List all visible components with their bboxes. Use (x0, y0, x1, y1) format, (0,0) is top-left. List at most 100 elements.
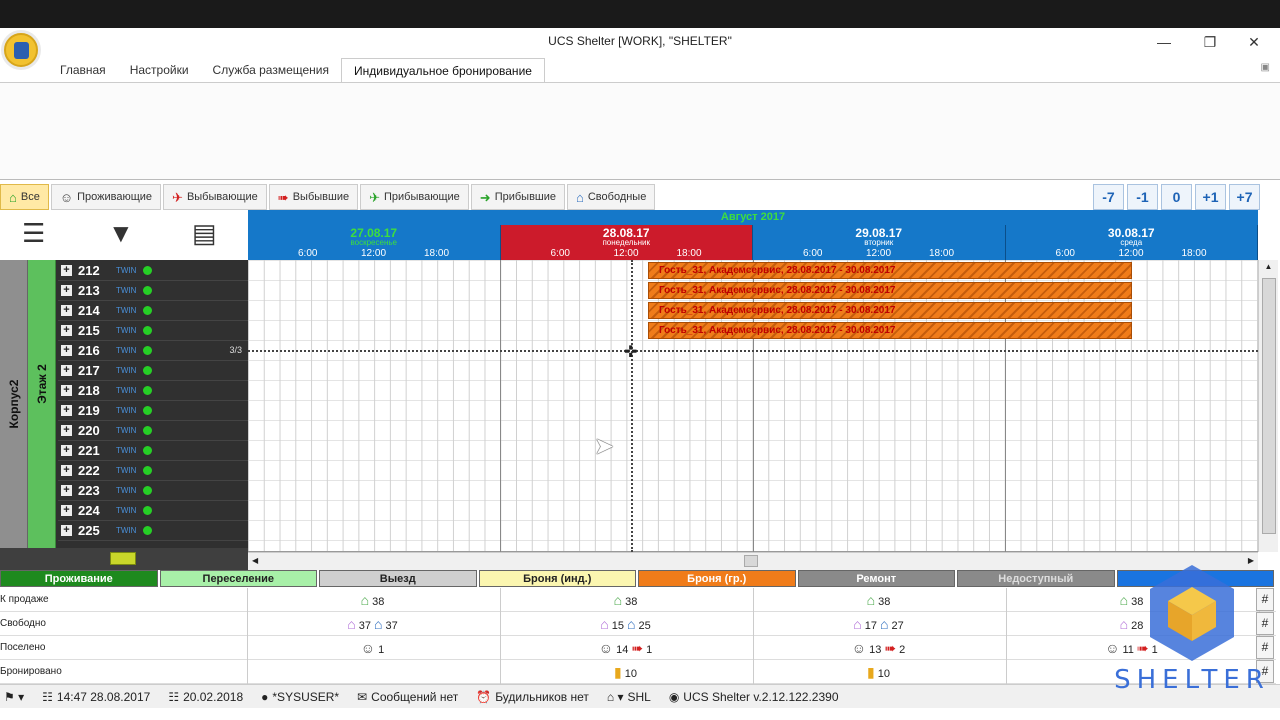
expand-icon[interactable]: + (61, 505, 72, 516)
legend-item: Ремонт (797, 570, 955, 587)
booking-bar[interactable]: Гость_31, Академсервис, 28.08.2017 - 30.… (648, 282, 1132, 299)
scroll-up-icon[interactable]: ▲ (1259, 260, 1278, 274)
minimize-button[interactable]: — (1152, 32, 1176, 52)
scroll-right-icon[interactable]: ▶ (1248, 556, 1254, 565)
room-number: 212 (78, 263, 100, 278)
house-icon: ⌂ (613, 592, 623, 608)
filter-enter-button[interactable]: ➜ Прибывшие (470, 184, 565, 210)
room-row[interactable]: +216 TWIN 3/3 (58, 341, 248, 361)
filter-exit-button[interactable]: ➠ Выбывшие (268, 184, 359, 210)
room-row[interactable]: +219 TWIN (58, 401, 248, 421)
booking-grid[interactable]: ✜ Гость_31, Академсервис, 28.08.2017 - 3… (248, 260, 1258, 552)
booking-bar[interactable]: Гость_31, Академсервис, 28.08.2017 - 30.… (648, 302, 1132, 319)
expand-icon[interactable]: + (61, 345, 72, 356)
nav-step-button[interactable]: 0 (1161, 184, 1192, 210)
room-number: 214 (78, 303, 100, 318)
booking-bar[interactable]: Гость_31, Академсервис, 28.08.2017 - 30.… (648, 262, 1132, 279)
room-row[interactable]: +221 TWIN (58, 441, 248, 461)
legend-toggle-icon[interactable] (110, 552, 136, 565)
collapse-ribbon-icon[interactable]: ▣ (1261, 62, 1270, 73)
tab-accommodation[interactable]: Служба размещения (201, 58, 341, 82)
booking-bar[interactable]: Гость_31, Академсервис, 28.08.2017 - 30.… (648, 322, 1132, 339)
house-icon: ⌂ (9, 189, 17, 205)
room-type: TWIN (116, 366, 137, 375)
room-row[interactable]: +218 TWIN (58, 381, 248, 401)
horizontal-scrollbar[interactable]: ◀ ▶ (248, 552, 1258, 570)
expand-icon[interactable]: + (61, 265, 72, 276)
expand-icon[interactable]: + (61, 365, 72, 376)
hour-label: 18:00 (676, 248, 702, 259)
room-row[interactable]: +220 TWIN (58, 421, 248, 441)
filter-label: Проживающие (77, 191, 153, 203)
room-row[interactable]: +217 TWIN (58, 361, 248, 381)
close-button[interactable]: ✕ (1242, 32, 1266, 52)
room-row[interactable]: +222 TWIN (58, 461, 248, 481)
flag-icon[interactable]: ⚑ ▾ (4, 690, 24, 704)
hscroll-thumb[interactable] (744, 555, 758, 567)
person-icon: ☺ (851, 640, 867, 656)
expand-icon[interactable]: + (61, 385, 72, 396)
filter-plane-arrive-button[interactable]: ✈ Прибывающие (360, 184, 469, 210)
house-icon: ⌂ (374, 616, 383, 632)
tab-individual-booking[interactable]: Индивидуальное бронирование (340, 58, 545, 82)
vertical-scrollbar[interactable]: ▲ (1258, 260, 1278, 552)
expand-icon[interactable]: + (61, 425, 72, 436)
hour-label: 18:00 (929, 248, 955, 259)
expand-icon[interactable]: + (61, 465, 72, 476)
hour-label: 6:00 (550, 248, 570, 259)
expand-icon[interactable]: + (61, 525, 72, 536)
expand-icon[interactable]: + (61, 445, 72, 456)
app-logo-icon[interactable] (4, 33, 38, 67)
room-row[interactable]: +225 TWIN (58, 521, 248, 541)
filter-icon[interactable]: ▼ (108, 218, 134, 248)
tab-main[interactable]: Главная (48, 58, 118, 82)
day-header[interactable]: 30.08.17 среда 6:00 12:00 18:00 (1005, 225, 1258, 260)
room-status-icon (143, 506, 152, 515)
booking-icon: ▮ (614, 664, 622, 680)
filter-plane-button[interactable]: ✈ Выбывающие (163, 184, 267, 210)
expand-icon[interactable]: + (61, 305, 72, 316)
restore-button[interactable]: ❐ (1198, 32, 1222, 52)
tree-view-icon[interactable]: ☰ (22, 218, 45, 248)
room-row[interactable]: +212 TWIN (58, 261, 248, 281)
calendar-header: Август 2017 27.08.17 воскресенье 6:00 12:00… (248, 210, 1258, 260)
scroll-thumb[interactable] (1262, 278, 1276, 534)
room-row[interactable]: +213 TWIN (58, 281, 248, 301)
filter-house-button[interactable]: ⌂ Свободные (567, 184, 656, 210)
room-row[interactable]: +215 TWIN (58, 321, 248, 341)
day-header[interactable]: 29.08.17 вторник 6:00 12:00 18:00 (753, 225, 1006, 260)
stats-cell: ▮ 10 (754, 660, 1007, 684)
day-date: 28.08.17 (602, 226, 650, 240)
expand-icon[interactable]: + (61, 485, 72, 496)
legend-item: Недоступный (957, 570, 1115, 587)
nav-step-button[interactable]: -1 (1127, 184, 1158, 210)
nav-step-button[interactable]: -7 (1093, 184, 1124, 210)
room-row[interactable]: +214 TWIN (58, 301, 248, 321)
day-header[interactable]: 28.08.17 понедельник 6:00 12:00 18:00 (500, 225, 753, 260)
room-row[interactable]: +224 TWIN (58, 501, 248, 521)
tab-settings[interactable]: Настройки (118, 58, 201, 82)
room-type: TWIN (116, 346, 137, 355)
room-status-icon (143, 386, 152, 395)
expand-icon[interactable]: + (61, 325, 72, 336)
room-row[interactable]: +223 TWIN (58, 481, 248, 501)
nav-step-button[interactable]: +7 (1229, 184, 1260, 210)
hour-label: 12:00 (613, 248, 639, 259)
hour-label: 12:00 (866, 248, 892, 259)
room-status-icon (143, 346, 152, 355)
day-header[interactable]: 27.08.17 воскресенье 6:00 12:00 18:00 (248, 225, 501, 260)
filter-person-button[interactable]: ☺ Проживающие (50, 184, 162, 210)
stats-cell: ▮ 10 (501, 660, 754, 684)
room-occupancy: 3/3 (229, 345, 242, 355)
mouse-pointer-icon: ➤ (594, 433, 615, 460)
house-icon: ⌂ (853, 616, 862, 632)
scroll-left-icon[interactable]: ◀ (252, 556, 258, 565)
filter-house-button[interactable]: ⌂ Все (0, 184, 49, 210)
status-version: UCS Shelter v.2.12.122.2390 (683, 689, 839, 704)
expand-icon[interactable]: + (61, 405, 72, 416)
expand-icon[interactable]: + (61, 285, 72, 296)
nav-step-button[interactable]: +1 (1195, 184, 1226, 210)
exit-icon: ➠ (277, 189, 289, 205)
stats-cell: ☺ 13 ➠ 2 (754, 636, 1007, 660)
clipboard-icon[interactable]: ▤ (192, 218, 217, 248)
